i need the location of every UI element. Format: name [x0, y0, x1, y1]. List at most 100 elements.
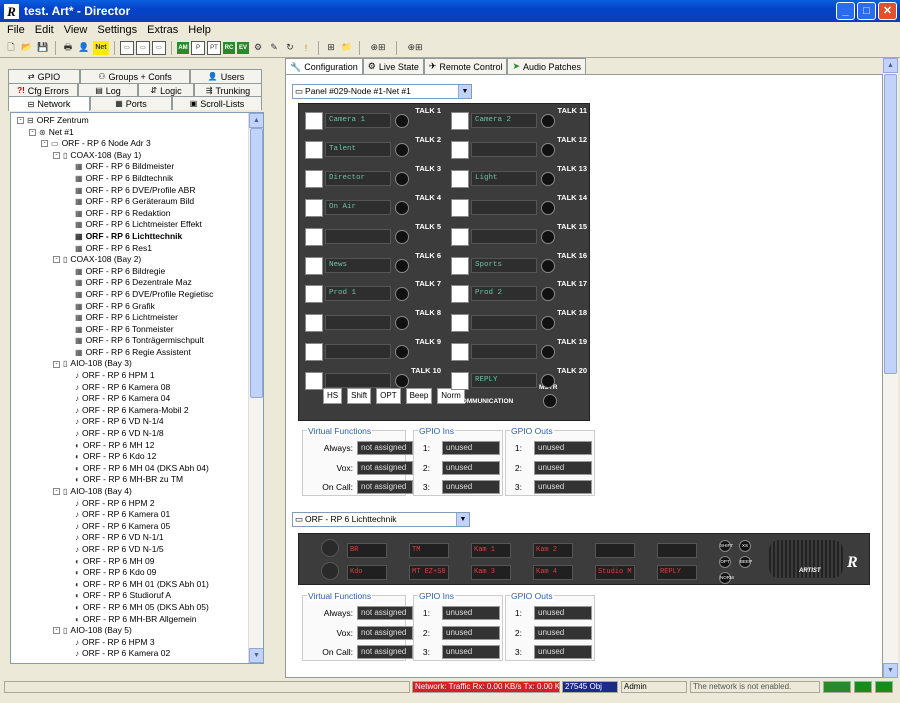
talk-key[interactable]: TALK 15 — [447, 222, 593, 251]
assignment-field[interactable]: not assigned — [357, 460, 413, 475]
key-button[interactable] — [305, 198, 323, 217]
tree-scroll-thumb[interactable] — [250, 128, 263, 398]
talk-key[interactable]: Camera 2 TALK 11 — [447, 106, 593, 135]
collapse-icon[interactable]: - — [53, 488, 60, 496]
refresh-icon[interactable]: ↻ — [283, 41, 297, 55]
assignment-field[interactable]: unused — [534, 480, 592, 494]
talk-key[interactable]: Talent TALK 2 — [301, 135, 447, 164]
volume-knob[interactable] — [541, 258, 555, 273]
key-button[interactable] — [451, 198, 469, 217]
tree-node[interactable]: ◐ ORF - RP 6 MH 01 (DKS Abh 01) — [11, 579, 249, 591]
tree-node[interactable]: ♪ ORF - RP 6 Kamera 08 — [11, 382, 249, 394]
assignment-field[interactable]: not assigned — [357, 606, 413, 620]
volume-knob[interactable] — [541, 374, 555, 389]
menu-file[interactable]: File — [2, 24, 30, 36]
tree-node[interactable]: ♪ ORF - RP 6 Kamera 05 — [11, 521, 249, 533]
save-icon[interactable]: 💾 — [36, 41, 50, 55]
tab-users[interactable]: 👤 Users — [190, 69, 262, 83]
tree-node[interactable]: ▦ ORF - RP 6 Res1 — [11, 243, 249, 255]
tree-node[interactable]: ◐ ORF - RP 6 MH 04 (DKS Abh 04) — [11, 463, 249, 475]
tree-node[interactable]: ◐ ORF - RP 6 MH 05 (DKS Abh 05) — [11, 602, 249, 614]
key-button[interactable] — [305, 285, 323, 304]
tree-node[interactable]: - ▯ AIO-108 (Bay 3) — [11, 358, 249, 370]
tab-gpio[interactable]: ⇄ GPIO — [8, 69, 80, 83]
assignment-field[interactable]: unused — [534, 625, 592, 640]
assignment-field[interactable]: not assigned — [357, 480, 413, 494]
assignment-field[interactable]: unused — [442, 480, 500, 494]
tree-node[interactable]: ▦ ORF - RP 6 Bildtechnik — [11, 173, 249, 185]
tab-live-state[interactable]: ⚙ Live State — [362, 58, 424, 74]
tree-node[interactable]: - ▯ AIO-108 (Bay 5) — [11, 625, 249, 637]
tab-audio-patches[interactable]: ➤ Audio Patches — [507, 58, 587, 74]
assignment-field[interactable]: not assigned — [357, 625, 413, 640]
net-button[interactable]: Net — [93, 40, 109, 55]
open-icon[interactable]: 📂 — [20, 41, 34, 55]
tab-scroll-lists[interactable]: ▣ Scroll-Lists — [172, 96, 262, 110]
talk-key[interactable]: TALK 14 — [447, 193, 593, 222]
content-scrollbar[interactable]: ▲ ▼ — [883, 58, 898, 678]
key-button[interactable] — [451, 140, 469, 159]
key-display[interactable]: MT EZ+S8 — [409, 565, 449, 580]
key-display[interactable]: Kdo — [347, 565, 387, 580]
tree-node[interactable]: ▦ ORF - RP 6 DVE/Profile ABR — [11, 185, 249, 197]
tree-node[interactable]: ▦ ORF - RP 6 Redaktion — [11, 208, 249, 220]
collapse-icon[interactable]: - — [41, 140, 48, 148]
tree-node[interactable]: ▦ ORF - RP 6 Regie Assistent — [11, 347, 249, 359]
talk-key[interactable]: Light TALK 13 — [447, 164, 593, 193]
assignment-field[interactable]: unused — [442, 460, 500, 475]
tree-node[interactable]: ▦ ORF - RP 6 Bildmeister — [11, 161, 249, 173]
scroll-up-icon[interactable]: ▲ — [249, 113, 263, 128]
ev-button[interactable]: EV — [237, 41, 249, 54]
tab-cfg-errors[interactable]: ?! Cfg Errors — [8, 83, 78, 97]
tree-node[interactable]: ◐ ORF - RP 6 MH-BR zu TM — [11, 474, 249, 486]
talk-key[interactable]: Director TALK 3 — [301, 164, 447, 193]
chevron-down-icon[interactable]: ▼ — [458, 85, 471, 98]
tree-node[interactable]: ◐ ORF - RP 6 MH 12 — [11, 440, 249, 452]
key-button[interactable] — [451, 256, 469, 275]
talk-key[interactable]: TALK 5 — [301, 222, 447, 251]
collapse-icon[interactable]: - — [53, 256, 60, 264]
tree-node[interactable]: ▦ ORF - RP 6 Tonträgermischpult — [11, 335, 249, 347]
master-knob[interactable] — [543, 394, 557, 408]
talk-key[interactable]: TALK 9 — [301, 337, 447, 366]
panel-view3-icon[interactable]: ▭ — [152, 40, 166, 55]
user-icon[interactable]: 👤 — [77, 41, 91, 55]
tree-node[interactable]: ◐ ORF - RP 6 MH-BR Allgemein — [11, 614, 249, 626]
tab-ports[interactable]: ▦ Ports — [90, 96, 172, 110]
tab-network[interactable]: ⊟ Network — [8, 96, 90, 111]
warning-icon[interactable]: ! — [299, 41, 313, 55]
key-display[interactable]: Kam 1 — [471, 543, 511, 558]
tree-node[interactable]: ▦ ORF - RP 6 Grafik — [11, 301, 249, 313]
print-icon[interactable]: 🖶 — [61, 41, 75, 55]
scroll-down-icon[interactable]: ▼ — [883, 663, 898, 678]
tree-node[interactable]: ▦ ORF - RP 6 Tonmeister — [11, 324, 249, 336]
add-node-icon[interactable]: ⊕⊞ — [365, 41, 391, 55]
tree-node[interactable]: ▦ ORF - RP 6 Lichtmeister — [11, 312, 249, 324]
assignment-field[interactable]: unused — [442, 606, 500, 620]
panel-select[interactable]: ▭ Panel #029-Node #1-Net #1 ▼ — [292, 84, 472, 99]
link-icon[interactable]: ⚙ — [251, 41, 265, 55]
volume-knob[interactable] — [395, 171, 409, 186]
key-display[interactable]: Kam 4 — [533, 565, 573, 580]
key-button[interactable] — [305, 112, 323, 130]
tools-icon[interactable]: ✎ — [267, 41, 281, 55]
assignment-field[interactable]: unused — [442, 645, 500, 659]
rc-button[interactable]: RC — [223, 41, 235, 54]
key-button[interactable] — [451, 372, 469, 391]
pt-button[interactable]: PT — [207, 40, 221, 55]
volume-knob[interactable] — [395, 316, 409, 331]
assignment-field[interactable]: unused — [442, 441, 500, 455]
menu-settings[interactable]: Settings — [92, 24, 142, 36]
talk-key[interactable]: Prod 1 TALK 7 — [301, 279, 447, 308]
network-tree[interactable]: - ⊟ ORF Zentrum - ⊛ Net #1- ▭ ORF - RP 6 Node A… — [10, 112, 264, 664]
tree-node[interactable]: - ⊟ ORF Zentrum — [11, 115, 249, 127]
key-button[interactable] — [451, 169, 469, 188]
talk-key[interactable]: On Air TALK 4 — [301, 193, 447, 222]
side-button[interactable]: XS — [739, 540, 751, 552]
tree-node[interactable]: ♪ ORF - RP 6 VD N-1/1 — [11, 532, 249, 544]
key-display[interactable]: Studio M — [595, 565, 635, 580]
talk-key[interactable]: TALK 8 — [301, 308, 447, 337]
tab-logic[interactable]: ⇵ Logic — [138, 83, 194, 97]
panel-view-icon[interactable]: ▭ — [120, 40, 134, 55]
volume-knob[interactable] — [395, 229, 409, 244]
